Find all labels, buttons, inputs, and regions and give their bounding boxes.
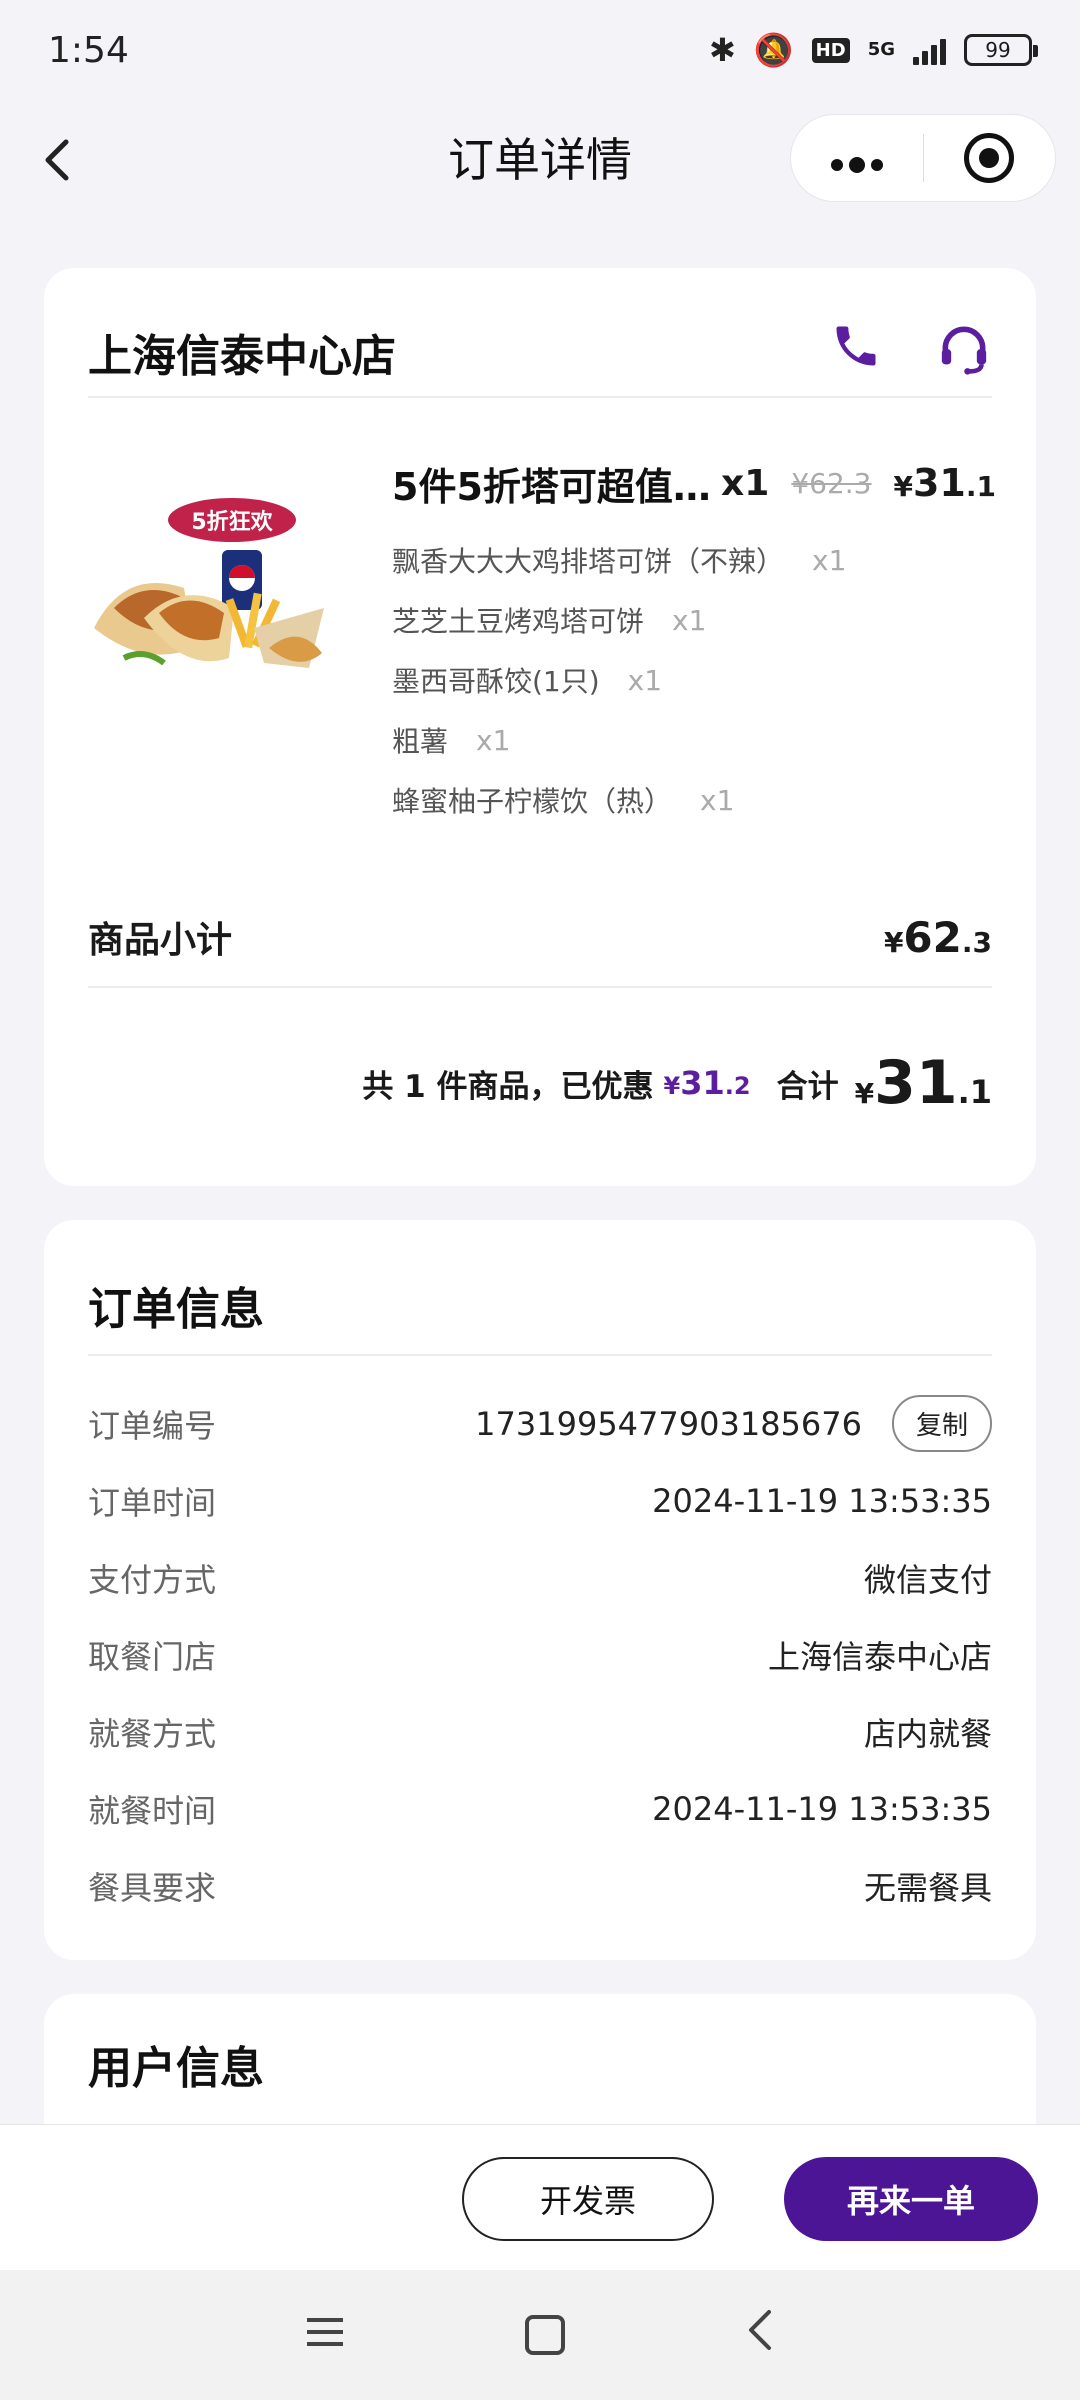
info-value: 2024-11-19 13:53:35: [652, 1481, 992, 1520]
info-value: 2024-11-19 13:53:35: [652, 1789, 992, 1828]
product-quantity: x1: [721, 462, 770, 504]
info-label: 就餐时间: [88, 1791, 217, 1830]
info-row-order-number: 订单编号 1731995477903185676 复制: [88, 1385, 992, 1462]
info-row-tableware: 餐具要求 无需餐具: [88, 1847, 992, 1924]
info-value: 店内就餐: [863, 1714, 992, 1753]
order-info-title: 订单信息: [88, 1256, 992, 1356]
combo-item: 蜂蜜柚子柠檬饮（热） x1: [392, 783, 735, 819]
combo-items-list: 飘香大大大鸡排塔可饼（不辣） x1 芝芝土豆烤鸡塔可饼 x1 墨西哥酥饺(1只) x1…: [392, 530, 846, 830]
copy-button[interactable]: 复制: [891, 1395, 992, 1452]
target-icon: [964, 133, 1015, 183]
combo-item: 芝芝土豆烤鸡塔可饼 x1: [392, 603, 707, 639]
more-button[interactable]: [791, 133, 923, 184]
subtotal-label: 商品小计: [88, 920, 233, 961]
status-icons: ✱ 🔕 HD 5G 99: [709, 31, 1038, 69]
combo-item: 飘香大大大鸡排塔可饼（不辣） x1: [392, 543, 847, 579]
store-actions: [830, 320, 992, 385]
info-row-dining-method: 就餐方式 店内就餐: [88, 1693, 992, 1770]
product-original-price: ¥62.3: [791, 466, 872, 500]
info-value: 微信支付: [863, 1560, 992, 1599]
headset-icon[interactable]: [936, 320, 992, 385]
total-price: ¥31.1: [854, 1048, 992, 1118]
bluetooth-icon: ✱: [709, 31, 736, 69]
store-name: 上海信泰中心店: [88, 331, 396, 382]
info-label: 订单编号: [88, 1406, 217, 1445]
summary-text: 共 1 件商品，已优惠: [362, 1068, 654, 1105]
battery-icon: 99: [964, 34, 1038, 66]
mute-icon: 🔕: [753, 31, 794, 69]
store-header: 上海信泰中心店: [88, 308, 992, 398]
subtotal-value: ¥62.3: [883, 912, 992, 962]
product-price: ¥31.1: [893, 461, 997, 505]
info-label: 订单时间: [88, 1483, 217, 1522]
info-label: 取餐门店: [88, 1637, 217, 1676]
order-number: 1731995477903185676: [475, 1404, 862, 1443]
discount-amount: ¥31.2: [663, 1064, 751, 1102]
status-time: 1:54: [48, 29, 129, 71]
network-type: 5G: [867, 39, 895, 60]
back-icon[interactable]: [745, 2305, 775, 2365]
promo-badge-text: 5折狂欢: [191, 509, 273, 535]
subtotal-row: 商品小计 ¥62.3: [88, 888, 992, 988]
info-row-order-time: 订单时间 2024-11-19 13:53:35: [88, 1462, 992, 1539]
order-items-card: 上海信泰中心店 5折狂欢 5件5折塔可超值套餐 x1 ¥62.3 ¥31.1 飘…: [44, 268, 1036, 1186]
product-name: 5件5折塔可超值套餐: [392, 464, 722, 509]
battery-level: 99: [985, 38, 1011, 62]
order-info-rows: 订单编号 1731995477903185676 复制 订单时间 2024-11…: [88, 1385, 992, 1924]
total-label: 合计: [776, 1068, 839, 1105]
order-summary: 共 1 件商品，已优惠 ¥31.2 合计 ¥31.1: [88, 1038, 992, 1128]
combo-item: 粗薯 x1: [392, 723, 511, 759]
mini-program-capsule: [790, 114, 1056, 202]
hd-icon: HD: [811, 37, 850, 63]
status-bar: 1:54 ✱ 🔕 HD 5G 99: [0, 0, 1080, 100]
more-dots-icon: [830, 156, 883, 173]
reorder-button[interactable]: 再来一单: [784, 2157, 1038, 2241]
info-row-payment: 支付方式 微信支付: [88, 1539, 992, 1616]
info-row-pickup-store: 取餐门店 上海信泰中心店: [88, 1616, 992, 1693]
system-nav-bar: [0, 2270, 1080, 2400]
combo-item: 墨西哥酥饺(1只) x1: [392, 663, 663, 699]
info-value: 无需餐具: [863, 1868, 992, 1907]
home-icon[interactable]: [525, 2315, 565, 2355]
phone-icon[interactable]: [830, 320, 882, 385]
info-label: 餐具要求: [88, 1868, 217, 1907]
nav-bar: 订单详情: [0, 110, 1080, 210]
product-row: 5件5折塔可超值套餐 x1 ¥62.3 ¥31.1: [392, 453, 996, 513]
info-row-dining-time: 就餐时间 2024-11-19 13:53:35: [88, 1770, 992, 1847]
order-info-card: 订单信息 订单编号 1731995477903185676 复制 订单时间 20…: [44, 1220, 1036, 1960]
info-value: 上海信泰中心店: [767, 1637, 992, 1676]
close-mini-program-button[interactable]: [924, 133, 1056, 183]
menu-icon[interactable]: [305, 2305, 345, 2365]
product-image[interactable]: 5折狂欢: [84, 458, 334, 708]
user-info-title: 用户信息: [88, 2043, 264, 2094]
signal-icon: [913, 35, 946, 65]
info-label: 就餐方式: [88, 1714, 217, 1753]
invoice-button[interactable]: 开发票: [462, 2157, 714, 2241]
bottom-action-bar: 开发票 再来一单: [0, 2124, 1080, 2270]
info-label: 支付方式: [88, 1560, 217, 1599]
